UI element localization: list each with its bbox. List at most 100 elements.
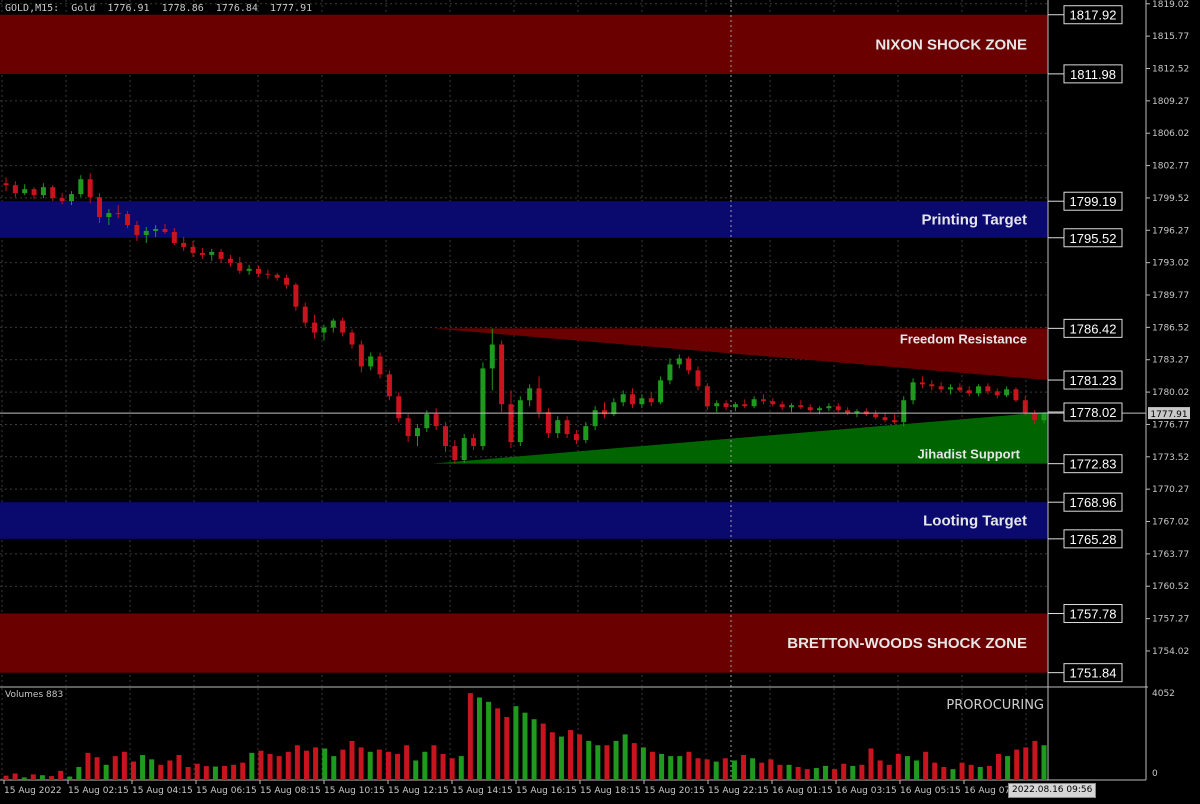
price-tick-label: 1806.02 [1152, 129, 1189, 139]
volume-bar [995, 753, 1001, 780]
candle-body [1004, 389, 1010, 396]
candle-body [919, 382, 925, 385]
volume-bar [130, 761, 136, 780]
volume-bar [659, 753, 665, 780]
candle-body [499, 344, 505, 405]
volume-bar [932, 762, 938, 780]
volume-bar [595, 745, 601, 780]
volume-bar [977, 766, 983, 780]
candle-body [368, 356, 374, 367]
price-tick-label: 1770.27 [1152, 485, 1189, 495]
candle-body [873, 414, 879, 418]
candle-body [976, 386, 982, 394]
volume-bar [49, 776, 55, 780]
time-tick-label: 15 Aug 22:15 [708, 786, 769, 796]
volume-bar [167, 760, 173, 780]
level-value: 1781.23 [1070, 373, 1117, 388]
time-tick-label: 16 Aug 03:15 [836, 786, 897, 796]
candle-body [545, 412, 551, 434]
volume-bar [968, 764, 974, 780]
volume-bar [822, 765, 828, 780]
volume-bar [340, 749, 346, 780]
volume-bar [1041, 745, 1047, 780]
candle-body [153, 228, 159, 231]
volume-bar [285, 751, 291, 780]
candle-body [947, 387, 953, 390]
volume-bar [704, 759, 710, 780]
price-tick-label: 1757.27 [1152, 615, 1189, 625]
candle-body [349, 332, 355, 345]
candle-body [686, 358, 692, 371]
candle-body [181, 242, 187, 247]
candle-body [760, 399, 766, 402]
volume-bar [895, 753, 901, 780]
volume-bar [294, 745, 300, 780]
volume-bar [267, 753, 273, 780]
candle-body [891, 420, 897, 423]
level-value: 1811.98 [1070, 67, 1116, 82]
candle-body [171, 231, 177, 243]
volume-bar [385, 751, 391, 780]
level-value: 1765.28 [1070, 532, 1117, 547]
volume-axis-max: 4052 [1152, 689, 1175, 699]
candle-body [732, 404, 738, 408]
level-value: 1772.83 [1070, 457, 1117, 472]
current-price-value: 1777.91 [1150, 410, 1187, 420]
candle-body [910, 382, 916, 401]
volume-bar [804, 769, 810, 780]
candle-body [424, 414, 430, 429]
candle-body [293, 284, 299, 307]
candle-body [358, 344, 364, 367]
volume-bar [3, 775, 9, 780]
volume-bar [868, 748, 874, 780]
cursor-time-label: 2022.08.16 09:56 [1008, 783, 1097, 798]
volume-bar [904, 756, 910, 780]
volume-bar [458, 756, 464, 780]
trading-chart[interactable]: NIXON SHOCK ZONE Printing Target Looting T… [0, 0, 1200, 800]
volume-bar [112, 756, 118, 780]
volume-bar [959, 762, 965, 780]
price-tick-label: 1815.77 [1152, 32, 1189, 42]
volume-bar [395, 753, 401, 780]
volume-bar [695, 758, 701, 780]
chart-canvas[interactable]: NIXON SHOCK ZONE Printing Target Looting T… [0, 0, 1200, 800]
price-tick-label: 1793.02 [1152, 259, 1189, 269]
price-tick-label: 1786.52 [1152, 323, 1189, 333]
candle-body [789, 405, 795, 408]
volume-bar [76, 766, 82, 780]
volume-bar [631, 743, 637, 780]
time-tick-label: 16 Aug 05:15 [900, 786, 961, 796]
volume-bar [841, 763, 847, 780]
candle-body [985, 386, 991, 392]
indicator-name: PROROCURING [946, 698, 1044, 713]
volume-bar [549, 732, 555, 780]
symbol-label: GOLD [5, 3, 30, 14]
volume-bar [158, 764, 164, 780]
volume-bar [94, 757, 100, 780]
candle-body [284, 277, 290, 285]
time-tick-label: 15 Aug 2022 [4, 786, 62, 796]
support-label: Jihadist Support [917, 447, 1020, 462]
volume-bar [21, 777, 27, 780]
volume-bar [786, 764, 792, 780]
candle-body [835, 406, 841, 411]
candle-body [1032, 413, 1038, 421]
candle-body [237, 262, 243, 271]
volume-bar [149, 759, 155, 780]
candle-body [414, 428, 420, 437]
candle-body [209, 251, 215, 255]
volume-bar [713, 761, 719, 780]
volume-bar [422, 751, 428, 780]
volume-bar [759, 762, 765, 780]
timeframe-label: M15: [35, 3, 60, 14]
candle-body [190, 246, 196, 253]
time-tick-label: 15 Aug 14:15 [452, 786, 513, 796]
volume-bar [504, 717, 510, 780]
candle-body [994, 391, 1000, 396]
price-tick-label: 1809.27 [1152, 97, 1189, 107]
candle-body [78, 179, 84, 195]
volume-bar [741, 755, 747, 780]
volume-bar [12, 773, 18, 780]
candle-body [695, 370, 701, 387]
volume-bar [349, 740, 355, 780]
